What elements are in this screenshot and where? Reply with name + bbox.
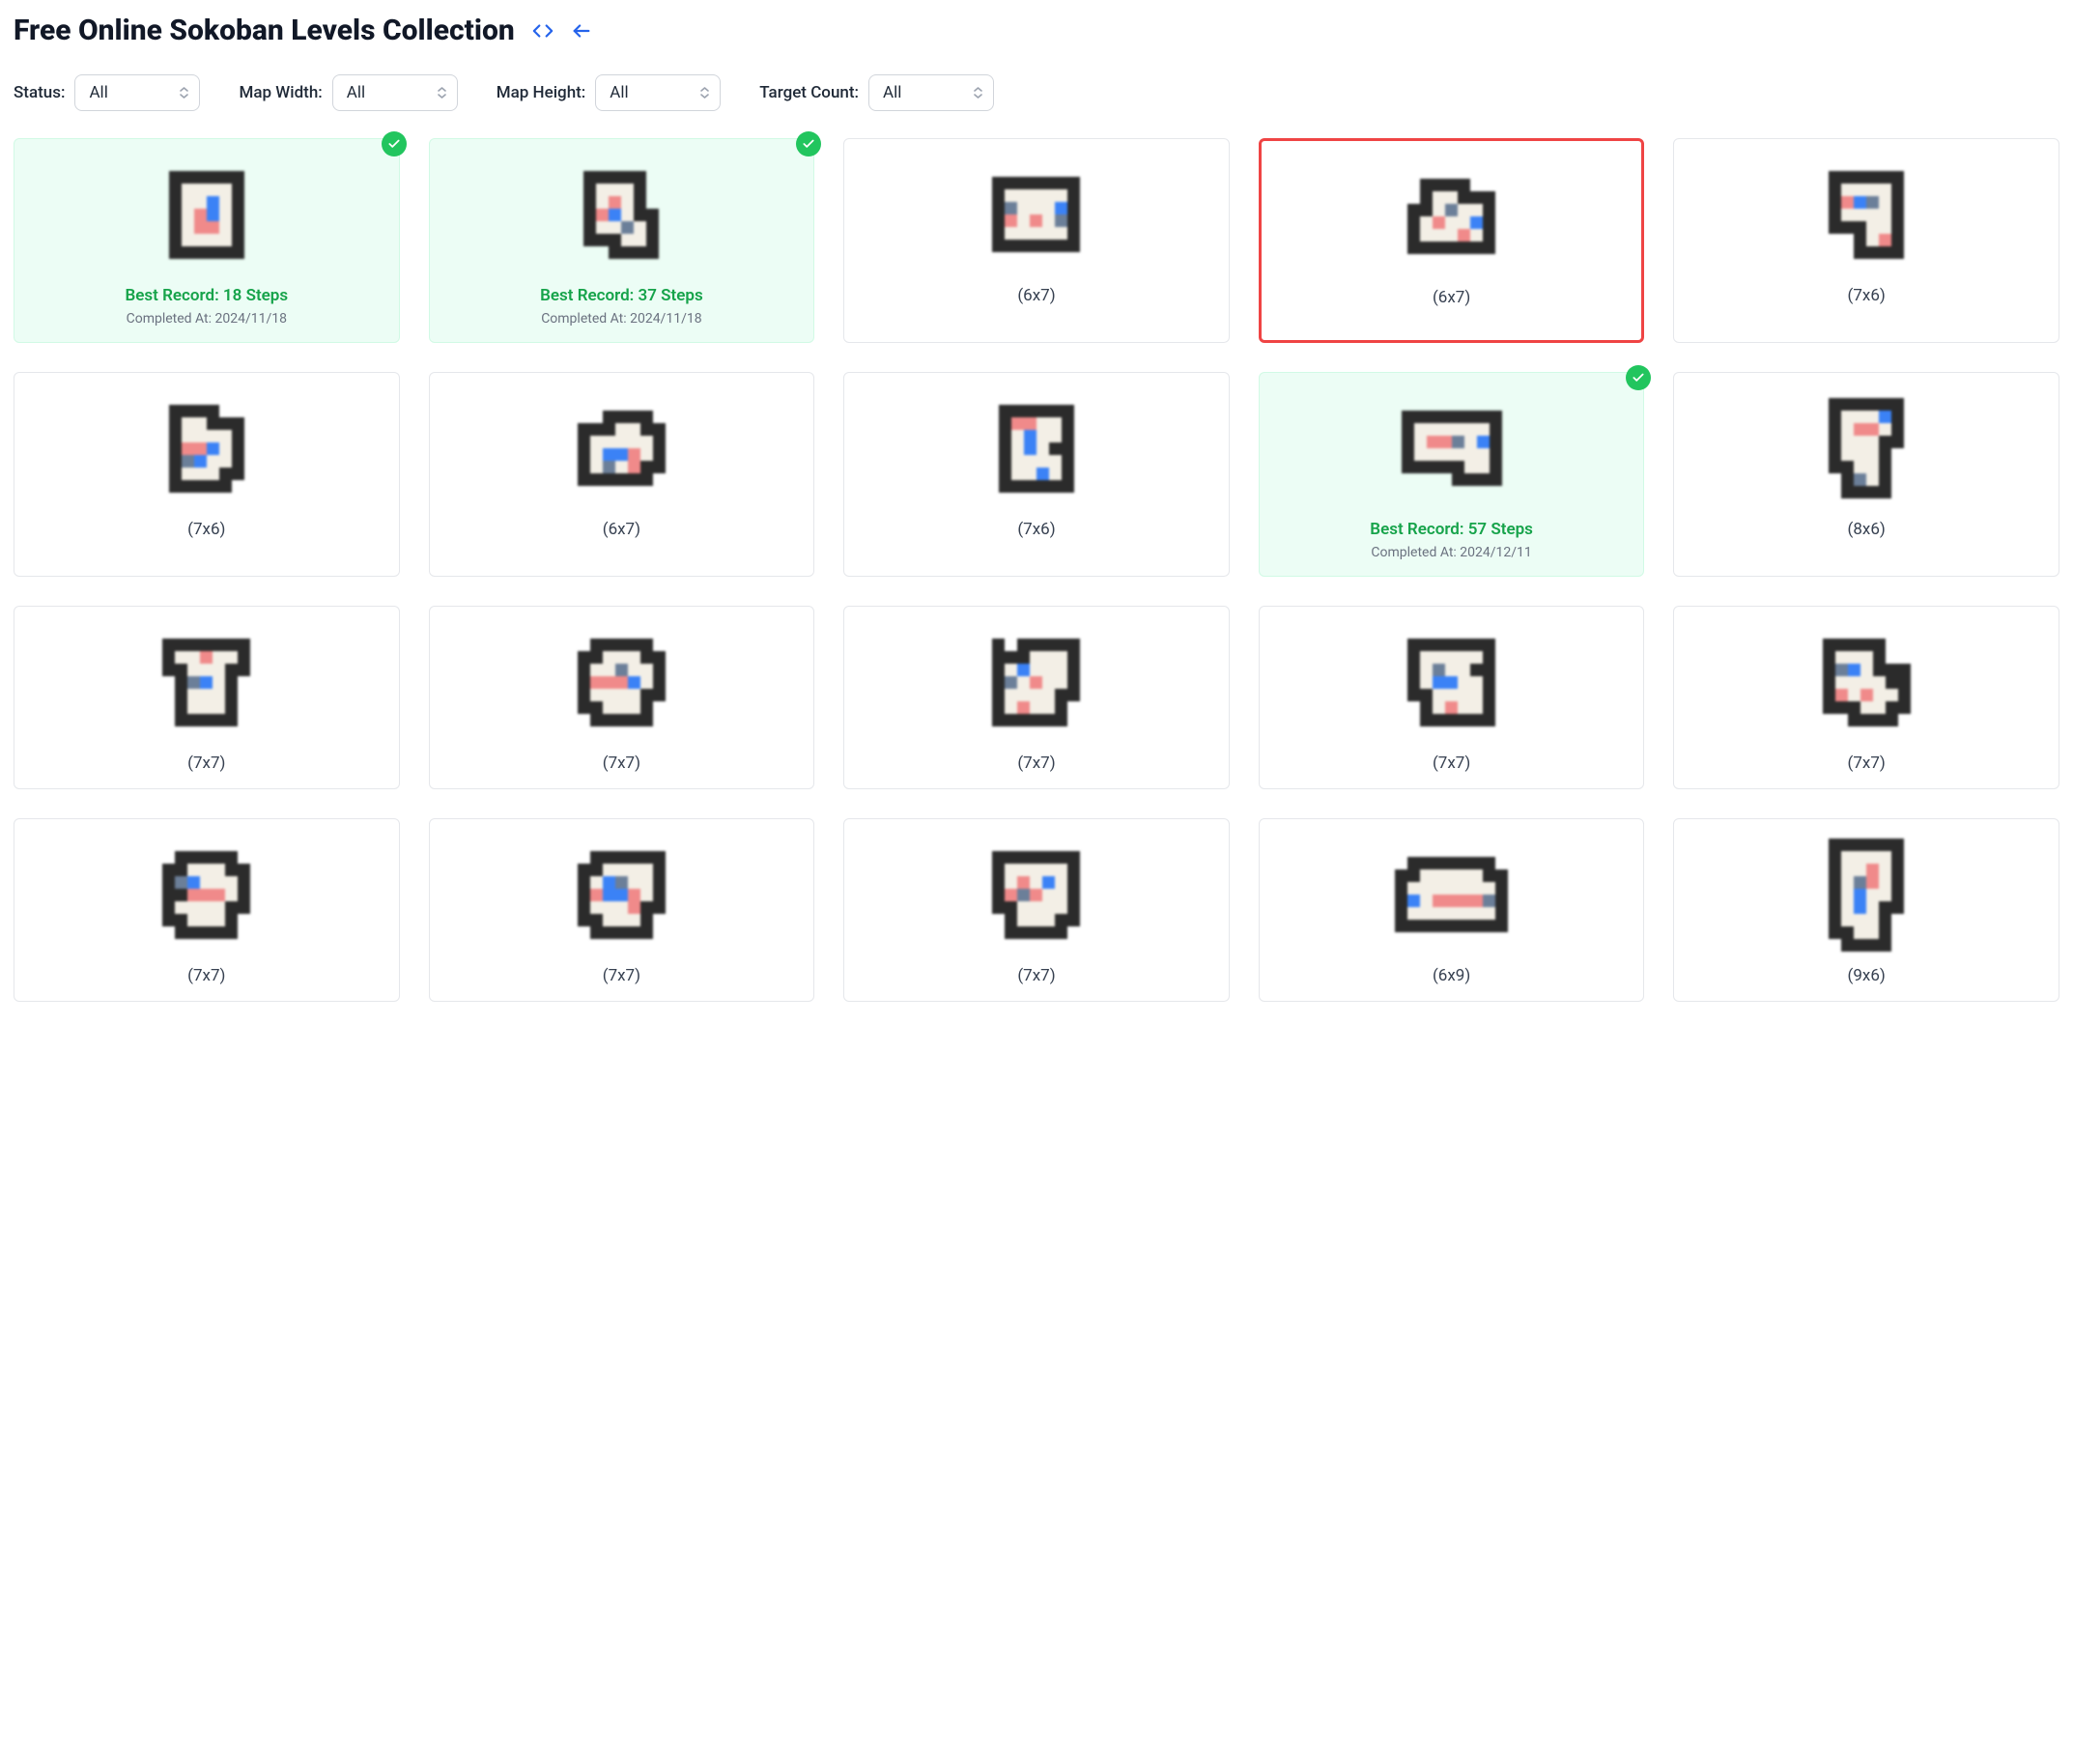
- level-card[interactable]: (8x6): [1673, 372, 2059, 577]
- filter-label-status: Status:: [14, 83, 65, 102]
- level-dimensions: (7x6): [187, 520, 225, 539]
- check-icon: [382, 131, 407, 156]
- filter-label-width: Map Width:: [239, 83, 322, 102]
- level-card[interactable]: (7x7): [14, 606, 400, 789]
- level-dimensions: (7x6): [1848, 286, 1886, 305]
- level-dimensions: (7x7): [187, 754, 225, 773]
- level-card[interactable]: (7x7): [429, 818, 815, 1002]
- level-card[interactable]: (7x7): [843, 606, 1230, 789]
- level-thumbnail: [149, 390, 265, 506]
- filters-bar: Status: All Map Width: All Map Height: A…: [14, 74, 2059, 111]
- level-dimensions: (8x6): [1848, 520, 1886, 539]
- target-select-value: All: [883, 83, 901, 102]
- chevron-updown-icon: [179, 86, 189, 100]
- filter-label-target: Target Count:: [759, 83, 859, 102]
- level-card[interactable]: (9x6): [1673, 818, 2059, 1002]
- level-thumbnail: [1394, 624, 1510, 740]
- chevron-updown-icon: [699, 86, 710, 100]
- level-thumbnail: [1808, 390, 1924, 506]
- level-card[interactable]: (6x7): [429, 372, 815, 577]
- chevron-updown-icon: [973, 86, 983, 100]
- level-card[interactable]: Best Record: 18 Steps Completed At: 2024/…: [14, 138, 400, 343]
- level-thumbnail: [1394, 158, 1510, 274]
- level-thumbnail: [1808, 624, 1924, 740]
- level-card[interactable]: (7x6): [843, 372, 1230, 577]
- level-thumbnail: [979, 624, 1094, 740]
- level-card[interactable]: (6x9): [1259, 818, 1645, 1002]
- width-select[interactable]: All: [332, 74, 458, 111]
- level-thumbnail: [979, 390, 1094, 506]
- level-dimensions: (7x7): [1848, 754, 1886, 773]
- level-dimensions: (7x7): [1017, 754, 1055, 773]
- check-icon: [796, 131, 821, 156]
- best-record: Best Record: 18 Steps: [125, 286, 288, 305]
- level-dimensions: (7x7): [1017, 966, 1055, 985]
- level-card[interactable]: Best Record: 37 Steps Completed At: 2024/…: [429, 138, 815, 343]
- level-thumbnail: [563, 837, 679, 953]
- back-arrow-icon[interactable]: [571, 20, 592, 42]
- level-card[interactable]: (6x7): [843, 138, 1230, 343]
- check-icon: [1626, 365, 1651, 390]
- level-thumbnail: [149, 156, 265, 272]
- best-record: Best Record: 57 Steps: [1370, 520, 1533, 539]
- completed-at: Completed At: 2024/12/11: [1371, 545, 1531, 560]
- page-title: Free Online Sokoban Levels Collection: [14, 14, 515, 47]
- level-thumbnail: [979, 837, 1094, 953]
- level-dimensions: (6x7): [603, 520, 640, 539]
- level-card[interactable]: (7x7): [843, 818, 1230, 1002]
- level-card[interactable]: (7x6): [14, 372, 400, 577]
- level-card[interactable]: (7x7): [1259, 606, 1645, 789]
- level-dimensions: (7x7): [1433, 754, 1470, 773]
- level-dimensions: (7x6): [1017, 520, 1055, 539]
- level-dimensions: (6x9): [1433, 966, 1470, 985]
- level-dimensions: (6x7): [1017, 286, 1055, 305]
- level-thumbnail: [1394, 837, 1510, 953]
- level-thumbnail: [149, 837, 265, 953]
- level-thumbnail: [563, 156, 679, 272]
- level-card[interactable]: (7x6): [1673, 138, 2059, 343]
- completed-at: Completed At: 2024/11/18: [541, 311, 701, 327]
- level-dimensions: (7x7): [603, 754, 640, 773]
- level-thumbnail: [979, 156, 1094, 272]
- completed-at: Completed At: 2024/11/18: [127, 311, 287, 327]
- level-thumbnail: [1394, 390, 1510, 506]
- code-icon[interactable]: [532, 20, 554, 42]
- level-thumbnail: [1808, 837, 1924, 953]
- level-dimensions: (6x7): [1433, 288, 1470, 307]
- level-grid: Best Record: 18 Steps Completed At: 2024/…: [14, 138, 2059, 1002]
- filter-label-height: Map Height:: [497, 83, 586, 102]
- level-thumbnail: [563, 390, 679, 506]
- level-dimensions: (7x7): [187, 966, 225, 985]
- level-card[interactable]: (7x7): [429, 606, 815, 789]
- target-select[interactable]: All: [868, 74, 994, 111]
- level-dimensions: (9x6): [1848, 966, 1886, 985]
- chevron-updown-icon: [437, 86, 447, 100]
- level-thumbnail: [149, 624, 265, 740]
- level-thumbnail: [1808, 156, 1924, 272]
- level-dimensions: (7x7): [603, 966, 640, 985]
- level-card[interactable]: Best Record: 57 Steps Completed At: 2024/…: [1259, 372, 1645, 577]
- status-select-value: All: [89, 83, 107, 102]
- height-select[interactable]: All: [595, 74, 721, 111]
- level-thumbnail: [563, 624, 679, 740]
- status-select[interactable]: All: [74, 74, 200, 111]
- level-card[interactable]: (7x7): [1673, 606, 2059, 789]
- width-select-value: All: [347, 83, 365, 102]
- best-record: Best Record: 37 Steps: [540, 286, 703, 305]
- level-card[interactable]: (6x7): [1259, 138, 1645, 343]
- level-card[interactable]: (7x7): [14, 818, 400, 1002]
- height-select-value: All: [610, 83, 628, 102]
